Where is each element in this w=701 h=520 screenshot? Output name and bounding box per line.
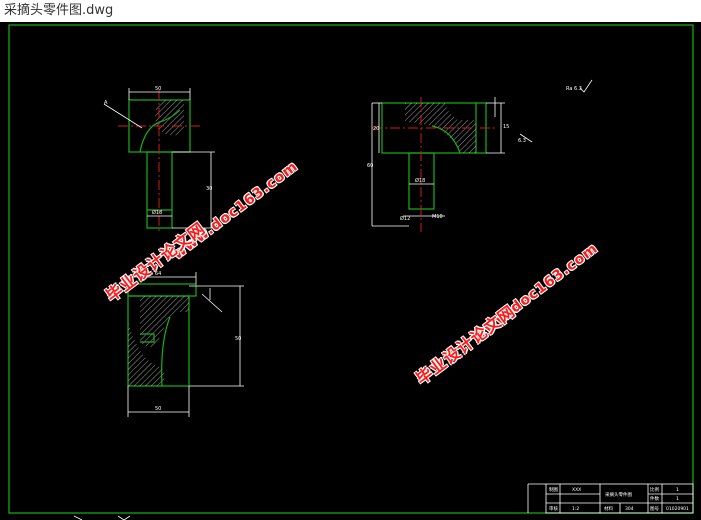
svg-text:6.3: 6.3 [518,138,526,144]
cad-drawing: 50 30 Ø18 A 60 20 15 6.3 Ø18 Ø12 M10 Ra … [8,24,694,520]
svg-text:A: A [104,100,108,106]
view-2-section: 60 20 15 6.3 Ø18 Ø12 M10 [367,97,533,232]
svg-text:15: 15 [503,124,509,130]
svg-text:20: 20 [373,126,379,132]
svg-text:Ø12: Ø12 [400,215,410,222]
roughness-symbol: Ra 6.3 [566,79,593,93]
tb-drawing-no-label: 图号 [650,506,659,512]
tb-check-label: 审核 [549,505,558,512]
svg-text:50: 50 [235,336,241,342]
drawing-frame [8,24,694,514]
title-block: 制图 XXX 采摘头零件图 比例 1 件数 1 审核 1:2 材料 304 图号… [527,483,694,514]
roughness-label: Ra 6.3 [566,86,582,92]
view-1-part: 50 30 Ø18 A [103,86,215,232]
window-title: 采摘头零件图.dwg [0,0,701,22]
tb-drawing-name: 采摘头零件图 [605,491,632,498]
svg-text:Ø18: Ø18 [152,209,162,216]
tb-material-label: 材料 [604,505,613,512]
cursor-marker [73,515,131,520]
svg-text:30: 30 [206,186,212,192]
view-3-front: 64 50 50 [127,271,244,417]
svg-text:M10: M10 [432,214,443,220]
tb-material-value: 304 [625,506,634,512]
tb-qty-value: 1 [676,496,679,502]
drawing-canvas[interactable]: 50 30 Ø18 A 60 20 15 6.3 Ø18 Ø12 M10 Ra … [0,22,701,520]
svg-text:50: 50 [155,86,161,92]
tb-scale-value: 1 [676,487,679,493]
svg-text:60: 60 [367,163,373,169]
tb-drawing-no-value: 01020901 [666,506,689,512]
tb-draw-value: XXX [572,487,581,493]
tb-draw-label: 制图 [549,486,558,493]
svg-text:50: 50 [155,406,161,412]
tb-qty-label: 件数 [650,495,659,502]
tb-scale-label: 比例 [650,486,659,493]
svg-text:Ø18: Ø18 [415,177,425,184]
tb-check-value: 1:2 [572,506,579,512]
